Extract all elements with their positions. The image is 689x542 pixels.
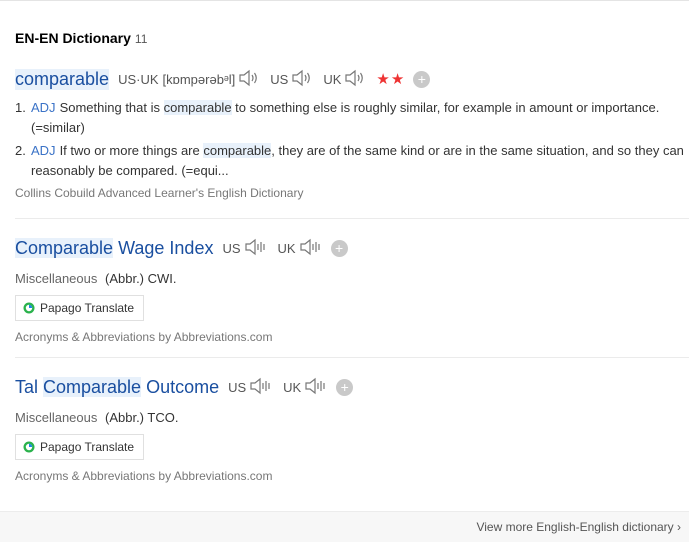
headword-highlight: Comparable bbox=[15, 237, 114, 258]
pronunciation: US·UK [kɒmpərəbᵊl] US UK bbox=[118, 68, 366, 91]
entry-head: Comparable Wage Index US UK + bbox=[15, 235, 689, 261]
add-to-wordbook-icon[interactable]: + bbox=[413, 70, 431, 88]
pronunciation: US UK bbox=[222, 237, 322, 260]
pronunciation: US UK bbox=[228, 376, 328, 399]
headword-link[interactable]: comparable bbox=[15, 68, 110, 90]
us-label: US bbox=[222, 240, 241, 256]
source-label: Acronyms & Abbreviations by Abbreviation… bbox=[15, 469, 273, 483]
footer-bar: View more English-English dictionary › bbox=[0, 511, 689, 542]
papago-translate-button[interactable]: Papago Translate bbox=[15, 434, 145, 460]
us-label: US bbox=[228, 379, 247, 395]
source-label: Acronyms & Abbreviations by Abbreviation… bbox=[15, 330, 273, 344]
papago-label: Papago Translate bbox=[40, 301, 135, 315]
top-divider bbox=[0, 0, 689, 1]
phonetic-text: [kɒmpərəbᵊl] bbox=[162, 71, 236, 87]
add-to-wordbook-icon[interactable]: + bbox=[336, 378, 354, 396]
entry-tal-comparable-outcome: Tal Comparable Outcome US UK + Miscellan… bbox=[15, 358, 689, 498]
part-of-speech: ADJ bbox=[31, 100, 56, 115]
headword-highlight: Comparable bbox=[43, 376, 142, 397]
headword-link[interactable]: Tal Comparable Outcome bbox=[15, 376, 220, 398]
view-more-label: View more English-English dictionary bbox=[476, 520, 674, 534]
sense-item: 2. ADJ If two or more things are comparab… bbox=[15, 141, 689, 181]
dictionary-header: EN-EN Dictionary 11 bbox=[15, 30, 147, 46]
pron-label: US·UK bbox=[118, 71, 159, 87]
chevron-right-icon: › bbox=[677, 520, 681, 534]
star-rating: ★★ bbox=[376, 71, 406, 88]
speaker-icon[interactable] bbox=[299, 237, 323, 260]
dictionary-title: EN-EN Dictionary bbox=[15, 30, 131, 46]
sense-text-pre: If two or more things are bbox=[59, 143, 204, 158]
headword-rest: Wage Index bbox=[113, 237, 214, 258]
us-label: US bbox=[270, 71, 289, 87]
category-label: Miscellaneous bbox=[15, 410, 98, 425]
speaker-icon[interactable] bbox=[244, 237, 268, 260]
uk-label: UK bbox=[283, 379, 302, 395]
sense-text: ADJ Something that is comparable to somet… bbox=[31, 98, 689, 138]
speaker-icon[interactable] bbox=[344, 68, 366, 91]
source-label: Collins Cobuild Advanced Learner's Engli… bbox=[15, 186, 304, 200]
sense-item: 1. ADJ Something that is comparable to so… bbox=[15, 98, 689, 138]
part-of-speech: ADJ bbox=[31, 143, 56, 158]
speaker-icon[interactable] bbox=[291, 68, 313, 91]
uk-label: UK bbox=[277, 240, 296, 256]
add-to-wordbook-icon[interactable]: + bbox=[330, 239, 348, 257]
speaker-icon[interactable] bbox=[238, 68, 260, 91]
entry-head: Tal Comparable Outcome US UK + bbox=[15, 374, 689, 400]
definition-line: Miscellaneous (Abbr.) CWI. bbox=[15, 271, 689, 286]
entry-head: comparable US·UK [kɒmpərəbᵊl] US UK ★★ + bbox=[15, 66, 689, 92]
papago-logo-icon bbox=[23, 441, 35, 453]
definition-text: (Abbr.) CWI. bbox=[105, 271, 177, 286]
papago-logo-icon bbox=[23, 302, 35, 314]
headword-link[interactable]: Comparable Wage Index bbox=[15, 237, 214, 259]
category-label: Miscellaneous bbox=[15, 271, 98, 286]
highlighted-term: comparable bbox=[163, 100, 232, 115]
definition-line: Miscellaneous (Abbr.) TCO. bbox=[15, 410, 689, 425]
sense-list: 1. ADJ Something that is comparable to so… bbox=[15, 98, 689, 181]
speaker-icon[interactable] bbox=[249, 376, 273, 399]
view-more-link[interactable]: View more English-English dictionary › bbox=[476, 520, 681, 534]
headword-pre: Tal bbox=[15, 376, 44, 397]
papago-translate-button[interactable]: Papago Translate bbox=[15, 295, 145, 321]
sense-number: 1. bbox=[15, 100, 26, 115]
sense-text-pre: Something that is bbox=[59, 100, 164, 115]
sense-text: ADJ If two or more things are comparable,… bbox=[31, 141, 689, 181]
papago-label: Papago Translate bbox=[40, 440, 135, 454]
entry-comparable: comparable US·UK [kɒmpərəbᵊl] US UK ★★ + bbox=[15, 66, 689, 219]
sense-number: 2. bbox=[15, 143, 26, 158]
result-count: 11 bbox=[134, 32, 148, 46]
definition-text: (Abbr.) TCO. bbox=[105, 410, 179, 425]
headword-rest: Outcome bbox=[141, 376, 220, 397]
highlighted-term: comparable bbox=[203, 143, 272, 158]
uk-label: UK bbox=[323, 71, 342, 87]
entry-comparable-wage-index: Comparable Wage Index US UK + Miscellane… bbox=[15, 219, 689, 358]
speaker-icon[interactable] bbox=[304, 376, 328, 399]
